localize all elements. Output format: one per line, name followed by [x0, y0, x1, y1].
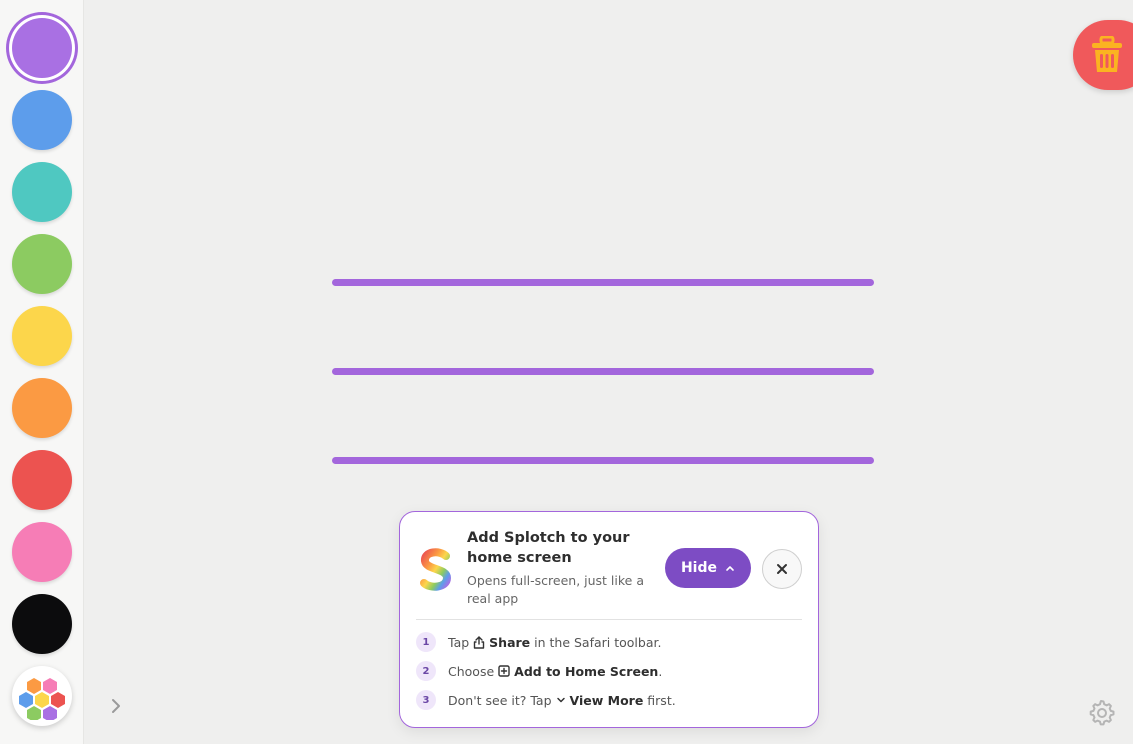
drawn-stroke	[332, 457, 874, 464]
custom-color-button[interactable]	[12, 666, 72, 726]
color-swatch-blue[interactable]	[12, 90, 72, 150]
step-text: first.	[647, 692, 676, 708]
drawn-stroke	[332, 368, 874, 375]
step-bold: View More	[569, 692, 644, 708]
chevron-down-icon	[556, 697, 565, 703]
trash-icon	[1092, 36, 1122, 72]
step-number: 2	[416, 661, 436, 681]
add-square-icon	[498, 665, 510, 677]
color-swatch-pink[interactable]	[12, 522, 72, 582]
instruction-step: 3 Don't see it? Tap View More first.	[416, 690, 806, 710]
color-swatch-green[interactable]	[12, 234, 72, 294]
color-swatch-purple[interactable]	[12, 18, 72, 78]
hide-button[interactable]: Hide	[665, 548, 751, 588]
step-text: Choose	[448, 663, 495, 679]
hexagon-color-wheel-icon	[19, 678, 65, 720]
close-icon	[777, 564, 787, 574]
color-swatch-orange[interactable]	[12, 378, 72, 438]
card-title: Add Splotch to your home screen	[467, 530, 630, 566]
step-number: 3	[416, 690, 436, 710]
step-number: 1	[416, 632, 436, 652]
step-bold: Share	[489, 634, 531, 650]
step-text: Tap	[448, 634, 470, 650]
step-text: in the Safari toolbar.	[534, 634, 662, 650]
card-subtitle: Opens full-screen, just like a real app	[467, 573, 644, 606]
step-text: Don't see it? Tap	[448, 692, 552, 708]
color-swatch-teal[interactable]	[12, 162, 72, 222]
drawn-stroke	[332, 279, 874, 286]
color-swatch-black[interactable]	[12, 594, 72, 654]
splotch-logo	[420, 548, 452, 591]
color-swatch-yellow[interactable]	[12, 306, 72, 366]
divider	[416, 619, 802, 620]
gear-icon[interactable]	[1087, 698, 1115, 726]
instruction-step: 2 Choose Add to Home Screen.	[416, 661, 806, 681]
hide-button-label: Hide	[680, 560, 718, 576]
step-bold: Add to Home Screen	[514, 663, 659, 679]
color-swatch-red[interactable]	[12, 450, 72, 510]
instruction-step: 1 Tap Share in the Safari toolbar.	[416, 632, 806, 652]
chevron-up-icon	[726, 566, 734, 571]
close-button[interactable]	[762, 549, 802, 589]
color-palette	[0, 0, 84, 744]
step-text: .	[658, 663, 663, 679]
add-to-home-screen-card: Add Splotch to your home screen Opens fu…	[399, 511, 819, 728]
share-icon	[473, 635, 485, 649]
